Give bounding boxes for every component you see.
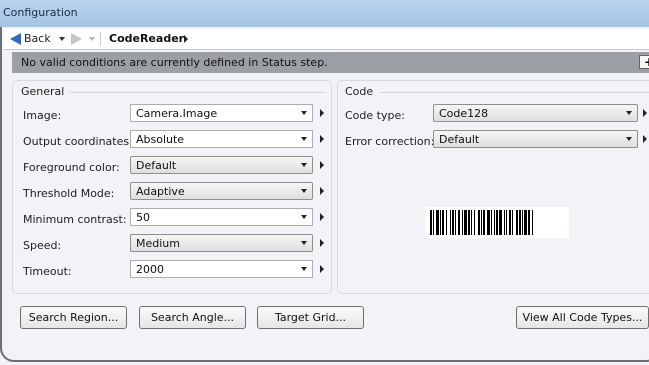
back-button[interactable]: Back [24,32,51,45]
image-more-arrow-icon[interactable] [320,109,324,117]
timeout-value: 2000 [136,263,164,276]
window-title: Configuration [3,6,78,19]
minimum-contrast-input[interactable]: 50 [130,208,313,226]
chevron-down-icon[interactable] [626,111,632,115]
code-group-line [380,92,649,93]
output-coordinates-value: Absolute [136,133,185,146]
timeout-label: Timeout: [23,265,72,278]
breadcrumb-codereader[interactable]: CodeReader [109,32,184,45]
forward-arrow-icon[interactable] [71,33,82,45]
chevron-down-icon[interactable] [301,215,307,219]
minimum-contrast-value: 50 [136,211,150,224]
view-all-code-types-button[interactable]: View All Code Types... [516,306,649,329]
output-coordinates-label: Output coordinates: [23,135,133,148]
error-correction-select[interactable]: Default [433,130,638,148]
timeout-more-arrow-icon[interactable] [320,265,324,273]
threshold-mode-select[interactable]: Adaptive [130,182,313,200]
error-correction-value: Default [439,133,480,146]
speed-more-arrow-icon[interactable] [320,239,324,247]
speed-select[interactable]: Medium [130,234,313,252]
forward-history-dropdown-icon[interactable] [89,37,95,41]
configuration-window: Configuration Back CodeReader No valid c… [0,0,649,365]
foreground-color-label: Foreground color: [23,161,120,174]
threshold-mode-value: Adaptive [136,185,185,198]
status-message-bar: No valid conditions are currently define… [12,52,649,73]
search-angle-button[interactable]: Search Angle... [139,306,246,329]
status-message: No valid conditions are currently define… [21,56,328,69]
image-value: Camera.Image [136,107,218,120]
title-bar: Configuration [0,0,649,27]
search-region-button[interactable]: Search Region... [20,306,127,329]
general-group-title: General [21,85,65,98]
chevron-down-icon[interactable] [626,137,632,141]
chevron-down-icon[interactable] [301,241,307,245]
target-grid-button[interactable]: Target Grid... [257,306,364,329]
error-correction-label: Error correction: [345,135,435,148]
back-arrow-icon[interactable] [10,33,21,45]
breadcrumb-chevron-icon[interactable] [184,35,188,43]
foreground-color-select[interactable]: Default [130,156,313,174]
code-type-more-arrow-icon[interactable] [643,109,647,117]
nav-separator [100,32,101,46]
minimum-contrast-label: Minimum contrast: [23,213,127,226]
code-group-title: Code [345,85,374,98]
general-group-line [69,92,325,93]
chevron-down-icon[interactable] [301,267,307,271]
barcode-preview-image [426,207,569,238]
chevron-down-icon[interactable] [301,111,307,115]
output-coordinates-more-arrow-icon[interactable] [320,135,324,143]
image-label: Image: [23,109,62,122]
chevron-down-icon[interactable] [301,163,307,167]
navigation-bar: Back CodeReader [3,29,649,50]
speed-label: Speed: [23,239,62,252]
error-correction-more-arrow-icon[interactable] [643,135,647,143]
code-type-value: Code128 [439,107,489,120]
back-history-dropdown-icon[interactable] [59,37,65,41]
speed-value: Medium [136,237,180,250]
add-condition-button[interactable]: + [639,55,649,69]
code-type-select[interactable]: Code128 [433,104,638,122]
minimum-contrast-more-arrow-icon[interactable] [320,213,324,221]
timeout-input[interactable]: 2000 [130,260,313,278]
foreground-color-more-arrow-icon[interactable] [320,161,324,169]
image-input[interactable]: Camera.Image [130,104,313,122]
output-coordinates-input[interactable]: Absolute [130,130,313,148]
chevron-down-icon[interactable] [301,137,307,141]
chevron-down-icon[interactable] [301,189,307,193]
code-type-label: Code type: [345,109,405,122]
foreground-color-value: Default [136,159,177,172]
threshold-mode-more-arrow-icon[interactable] [320,187,324,195]
threshold-mode-label: Threshold Mode: [23,187,115,200]
